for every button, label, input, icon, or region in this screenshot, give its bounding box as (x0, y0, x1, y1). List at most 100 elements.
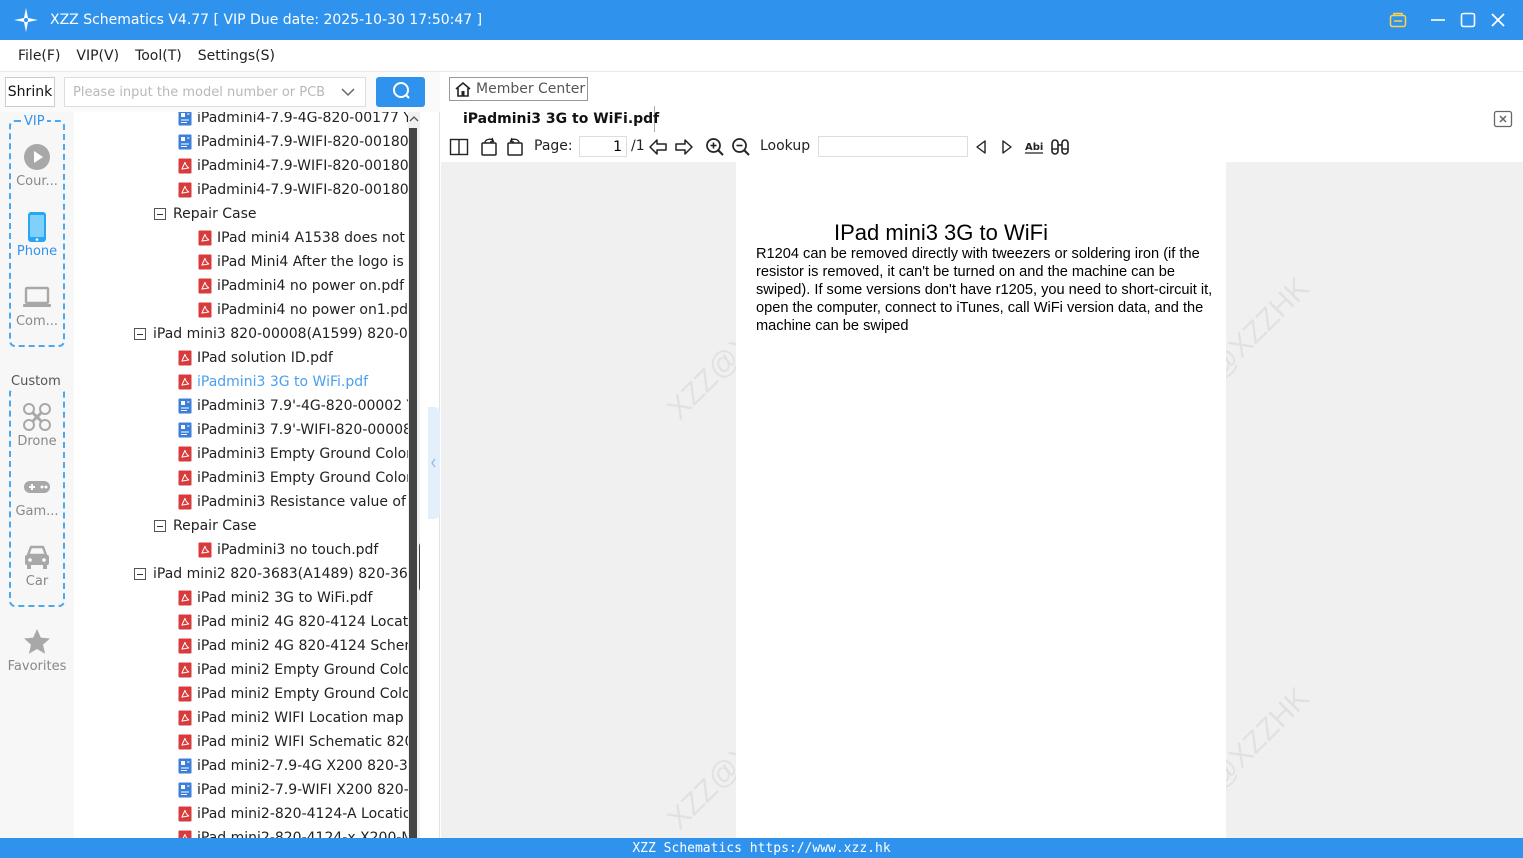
tree-file[interactable]: iPadmini4-7.9-WIFI-820-00180-B in (178, 178, 420, 202)
tree-file[interactable]: iPadmini3 7.9'-4G-820-00002 YiDiao (178, 394, 420, 418)
tree-file[interactable]: iPad mini2 Empty Ground Color M (178, 682, 420, 706)
close-tab-icon[interactable] (1493, 110, 1513, 128)
nav-item-game[interactable]: Gam... (0, 470, 74, 519)
nav-item-drone[interactable]: Drone (0, 400, 74, 449)
tree-file[interactable]: iPad mini2-7.9-WIFI X200 820-3683 (178, 778, 420, 802)
page-number-input[interactable] (579, 136, 627, 157)
tree-folder[interactable]: iPad mini2 820-3683(A1489) 820-3684 (134, 562, 420, 586)
find-previous-icon[interactable] (972, 136, 990, 158)
nav-item-label: Com... (15, 314, 59, 329)
nav-item-favorites[interactable]: Favorites (0, 625, 74, 674)
tree-item-label: iPadmini3 Resistance value of cabl (197, 494, 420, 510)
rotate-right-icon[interactable] (504, 136, 526, 158)
pane-splitter[interactable] (420, 112, 440, 838)
tree-item-label: IPad mini4 A1538 does not turn (217, 230, 420, 246)
scroll-up-icon[interactable] (408, 112, 420, 126)
menu-file[interactable]: File(F) (18, 48, 60, 64)
svg-text:Abi: Abi (1025, 142, 1043, 153)
tree-file[interactable]: iPad mini2 WIFI Location map 820- (178, 706, 420, 730)
tree-file[interactable]: iPadmini3 Resistance value of cabl (178, 490, 420, 514)
pdf-file-icon (178, 158, 192, 174)
tree-file[interactable]: IPad solution ID.pdf (178, 346, 333, 370)
nav-item-computer[interactable]: Com... (0, 280, 74, 329)
scrollbar-track (409, 128, 417, 838)
tree-file[interactable]: iPadmini4-7.9-WIFI-820-00180 YiDiao (178, 130, 420, 154)
vip-group-label: VIP (22, 114, 47, 129)
tree-file[interactable]: iPad mini2 4G 820-4124 Location m (178, 610, 420, 634)
tree-scrollbar[interactable] (408, 112, 428, 838)
schematic-file-icon (178, 134, 192, 150)
pdf-file-icon (178, 350, 192, 366)
close-icon[interactable] (1483, 0, 1513, 40)
collapse-toggle-icon[interactable] (154, 208, 166, 220)
zoom-in-icon[interactable] (704, 136, 726, 158)
tree-file[interactable]: iPad mini2 3G to WiFi.pdf (178, 586, 372, 610)
find-all-icon[interactable] (1049, 136, 1071, 158)
tree-item-label: iPad Mini4 After the logo is disp (217, 254, 420, 270)
pdf-file-icon (178, 590, 192, 606)
tree-folder[interactable]: Repair Case (154, 202, 257, 226)
minimize-icon[interactable] (1423, 0, 1453, 40)
tree-file[interactable]: iPadmini3 3G to WiFi.pdf (178, 370, 368, 394)
tree-file[interactable]: iPadmini3 Empty Ground Color Ma (178, 442, 420, 466)
tree-item-label: iPad mini2 4G 820-4124 Location m (197, 614, 420, 630)
model-search-input[interactable] (64, 77, 366, 107)
nav-item-phone[interactable]: Phone (0, 210, 74, 259)
page-total: /1 (631, 138, 645, 154)
pdf-file-icon (178, 662, 192, 678)
tree-file[interactable]: iPad mini2 WIFI Schematic 820-368 (178, 730, 420, 754)
member-center-button[interactable]: Member Center (449, 77, 588, 101)
search-button[interactable] (376, 77, 425, 107)
pdf-viewer[interactable]: XZZ@XZZHK XZZ@XZZHK XZZ@XZZHK XZZ@XZZHK … (441, 162, 1523, 838)
maximize-icon[interactable] (1453, 0, 1483, 40)
previous-page-icon[interactable] (647, 136, 669, 158)
find-next-icon[interactable] (998, 136, 1016, 158)
chevron-left-icon (431, 458, 436, 468)
tree-file[interactable]: iPad Mini4 After the logo is disp (198, 250, 420, 274)
tree-file[interactable]: iPadmini4 no power on.pdf (198, 274, 404, 298)
tree-file[interactable]: iPadmini3 7.9'-WIFI-820-00008 YiDi (178, 418, 420, 442)
tree-file[interactable]: iPadmini4-7.9-4G-820-00177 YiDiao (178, 112, 420, 130)
nav-item-courses[interactable]: Cour... (0, 140, 74, 189)
tab-document[interactable]: iPadmini3 3G to WiFi.pdf (441, 106, 659, 132)
app-logo-icon (8, 0, 44, 40)
tree-item-label: iPadmini4-7.9-WIFI-820-00180-B in (197, 182, 420, 198)
tree-file[interactable]: IPad mini4 A1538 does not turn (198, 226, 420, 250)
collapse-toggle-icon[interactable] (154, 520, 166, 532)
shrink-button[interactable]: Shrink (5, 77, 55, 107)
next-page-icon[interactable] (673, 136, 695, 158)
member-center-label: Member Center (476, 81, 586, 97)
lookup-input[interactable] (818, 136, 968, 157)
tree-file[interactable]: iPad mini2-820-4124-A Location m (178, 802, 420, 826)
category-sidebar: VIP Cour... Phone Com... Custom Drone Ga… (0, 112, 74, 838)
tree-file[interactable]: iPadmini4 no power on1.pdf (198, 298, 413, 322)
tree-file[interactable]: iPadmini3 Empty Ground Color Ma (178, 466, 420, 490)
menu-vip[interactable]: VIP(V) (76, 48, 119, 64)
collapse-handle[interactable] (428, 407, 440, 519)
tree-folder[interactable]: iPad mini3 820-00008(A1599) 820-000 (134, 322, 420, 346)
tree-folder[interactable]: Repair Case (154, 514, 257, 538)
tree-file[interactable]: iPadmini3 no touch.pdf (198, 538, 378, 562)
car-icon (0, 540, 74, 574)
menu-settings[interactable]: Settings(S) (198, 48, 275, 64)
play-icon (0, 140, 74, 174)
collapse-toggle-icon[interactable] (134, 328, 146, 340)
collapse-toggle-icon[interactable] (134, 568, 146, 580)
menu-tool[interactable]: Tool(T) (135, 48, 182, 64)
vip-wallet-icon[interactable] (1383, 0, 1413, 40)
toggle-sidebar-icon[interactable] (448, 136, 470, 158)
chevron-down-icon[interactable] (340, 84, 356, 100)
tree-file[interactable]: iPadmini4-7.9-WIFI-820-00180-B P (178, 154, 420, 178)
schematic-file-icon (178, 398, 192, 414)
tree-file[interactable]: iPad mini2 4G 820-4124 Schematic (178, 634, 420, 658)
schematic-file-icon (178, 112, 192, 126)
tree-file[interactable]: iPad mini2-7.9-4G X200 820-3684-A (178, 754, 420, 778)
pdf-file-icon (178, 686, 192, 702)
zoom-out-icon[interactable] (730, 136, 752, 158)
tree-item-label: iPad mini2-820-4124-x X200-MLB (197, 830, 420, 838)
rotate-left-icon[interactable] (478, 136, 500, 158)
tree-file[interactable]: iPad mini2 Empty Ground Color M (178, 658, 420, 682)
nav-item-car[interactable]: Car (0, 540, 74, 589)
tree-file[interactable]: iPad mini2-820-4124-x X200-MLB (178, 826, 420, 838)
match-case-icon[interactable]: Abi (1023, 136, 1045, 158)
